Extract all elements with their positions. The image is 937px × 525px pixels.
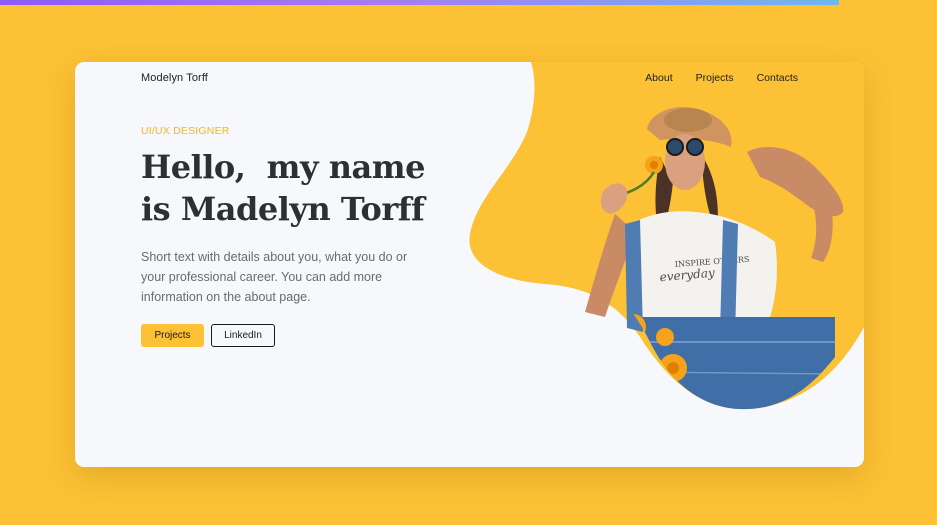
top-navigation: About Projects Contacts xyxy=(645,72,798,84)
projects-button[interactable]: Projects xyxy=(141,324,204,347)
landing-card: INSPIRE OTHERS everyday Modelyn Torff Ab… xyxy=(75,62,864,467)
hero-headline: Hello, my name is Madelyn Torff xyxy=(141,146,441,230)
nav-link-contacts[interactable]: Contacts xyxy=(757,72,798,84)
nav-link-about[interactable]: About xyxy=(645,72,672,84)
nav-link-projects[interactable]: Projects xyxy=(696,72,734,84)
headline-line-1: Hello, my name xyxy=(141,148,425,186)
hero-bio: Short text with details about you, what … xyxy=(141,250,408,304)
hero-buttons: Projects LinkedIn xyxy=(141,324,275,347)
role-eyebrow: UI/UX DESIGNER xyxy=(141,125,230,137)
brand-name[interactable]: Modelyn Torff xyxy=(141,72,208,84)
headline-line-2: is Madelyn Torff xyxy=(141,190,425,228)
top-gradient-strip xyxy=(0,0,839,5)
linkedin-button[interactable]: LinkedIn xyxy=(211,324,275,347)
